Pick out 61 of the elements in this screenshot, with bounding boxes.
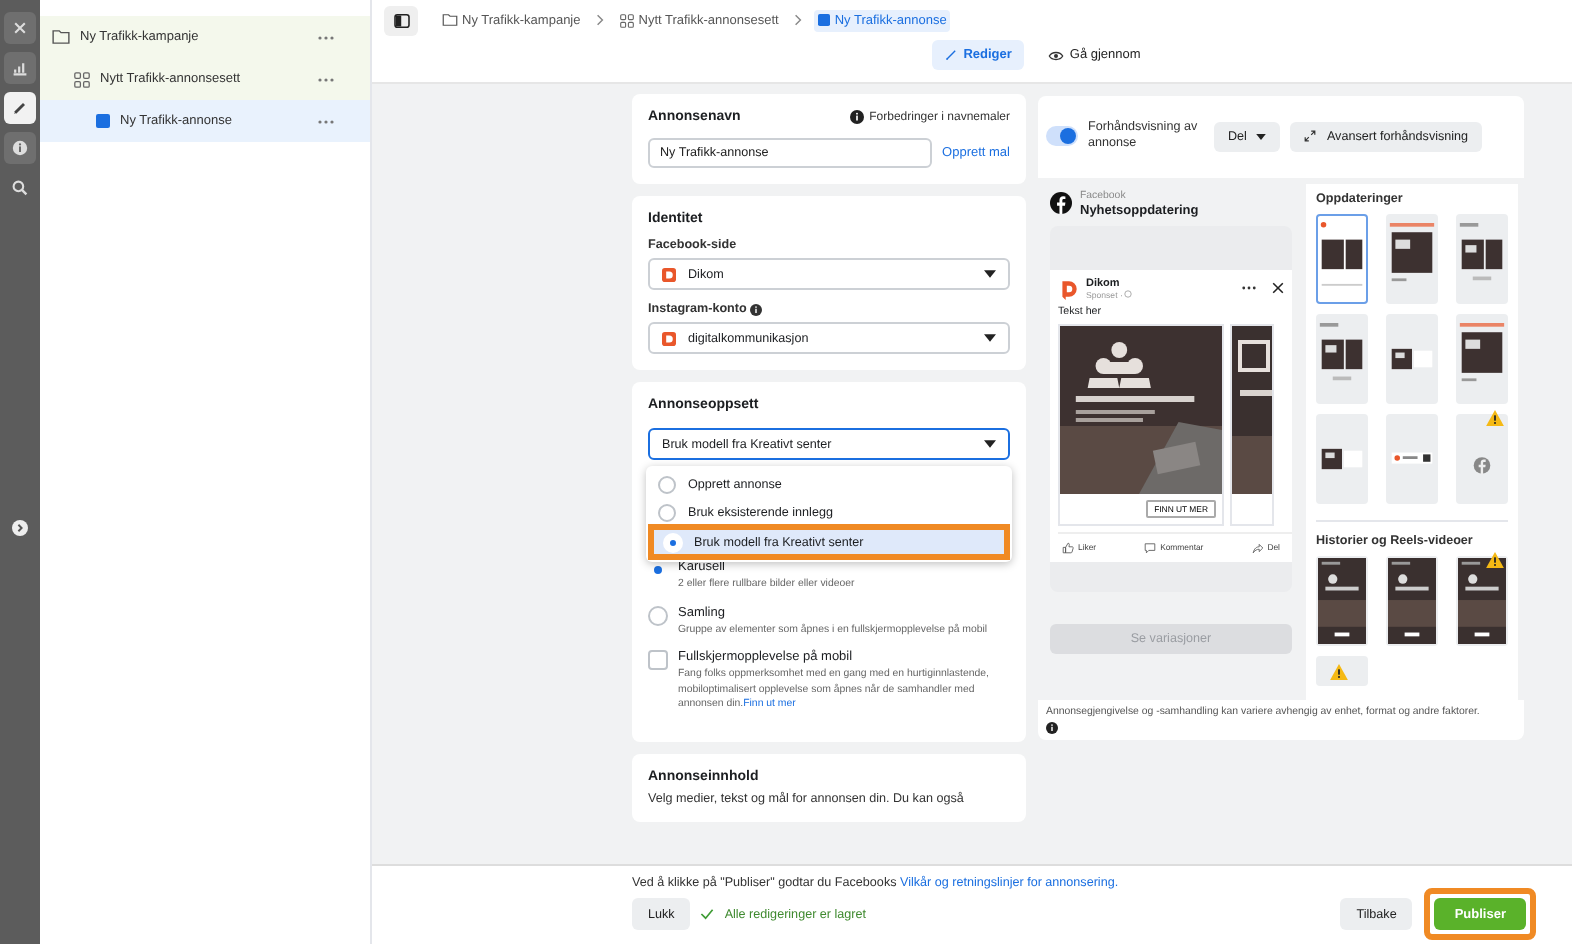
panel-toggle-button[interactable] (384, 5, 418, 35)
expand-arrows-icon (1304, 130, 1317, 143)
bar-chart-icon (12, 60, 28, 76)
warning-icon (1486, 551, 1504, 568)
eye-icon (1047, 49, 1064, 61)
edit-button[interactable] (4, 92, 36, 124)
chart-button[interactable] (4, 52, 36, 84)
globe-icon (1124, 290, 1133, 299)
facebook-logo-icon (1473, 456, 1491, 475)
brand-logo-icon (662, 331, 676, 345)
placement-thumbnail[interactable] (1456, 213, 1508, 304)
chevron-icon (794, 14, 803, 26)
folder-icon (52, 30, 70, 44)
placement-thumbnail[interactable] (1386, 413, 1438, 504)
caret-icon (984, 270, 996, 278)
square-icon (818, 14, 831, 26)
placement-thumbnail[interactable] (1386, 313, 1438, 404)
warning-icon (1486, 409, 1504, 426)
placement-thumbnail[interactable] (1456, 413, 1508, 504)
placement-thumbnail[interactable] (1456, 555, 1508, 646)
thumbs-up-icon (1062, 541, 1074, 554)
placement-thumbnail[interactable] (1316, 413, 1368, 504)
share-icon (1251, 541, 1264, 554)
info-button[interactable] (4, 132, 36, 164)
zoom-icon (12, 180, 28, 196)
warning-icon (1330, 663, 1348, 680)
grid-icon (620, 13, 635, 27)
close-icon[interactable] (1272, 282, 1284, 295)
page-logo-icon (1058, 277, 1080, 300)
caret-icon (1256, 133, 1267, 140)
close-button[interactable] (4, 12, 36, 44)
folder-icon (442, 14, 458, 26)
preview-toggle[interactable] (1046, 126, 1078, 147)
facebook-logo-icon (1050, 192, 1072, 215)
caret-icon (984, 440, 996, 448)
comment-icon (1144, 541, 1157, 554)
placement-thumbnail[interactable] (1316, 313, 1368, 404)
expand-icon[interactable] (12, 520, 28, 536)
info-icon (12, 140, 28, 156)
placement-thumbnail[interactable] (1316, 555, 1368, 646)
sidebar-icon (393, 13, 409, 27)
close-icon (12, 20, 28, 36)
caret-icon (984, 334, 996, 342)
info-icon (1046, 722, 1058, 734)
pencil-icon (943, 48, 958, 62)
pencil-icon (12, 100, 28, 116)
info-icon (750, 303, 763, 315)
placement-thumbnail[interactable] (1316, 213, 1368, 304)
square-icon (96, 114, 110, 128)
more-icon[interactable] (1242, 286, 1256, 291)
placement-thumbnail[interactable] (1316, 655, 1368, 686)
grid-icon (74, 71, 90, 87)
chevron-icon (596, 14, 605, 26)
radio-button[interactable] (648, 605, 668, 626)
check-icon (700, 908, 715, 920)
brand-logo-icon (662, 267, 676, 281)
placement-thumbnail[interactable] (1386, 555, 1438, 646)
placement-thumbnail[interactable] (1456, 313, 1508, 404)
checkbox[interactable] (648, 650, 668, 671)
info-icon (849, 110, 864, 124)
placement-thumbnail[interactable] (1386, 213, 1438, 304)
